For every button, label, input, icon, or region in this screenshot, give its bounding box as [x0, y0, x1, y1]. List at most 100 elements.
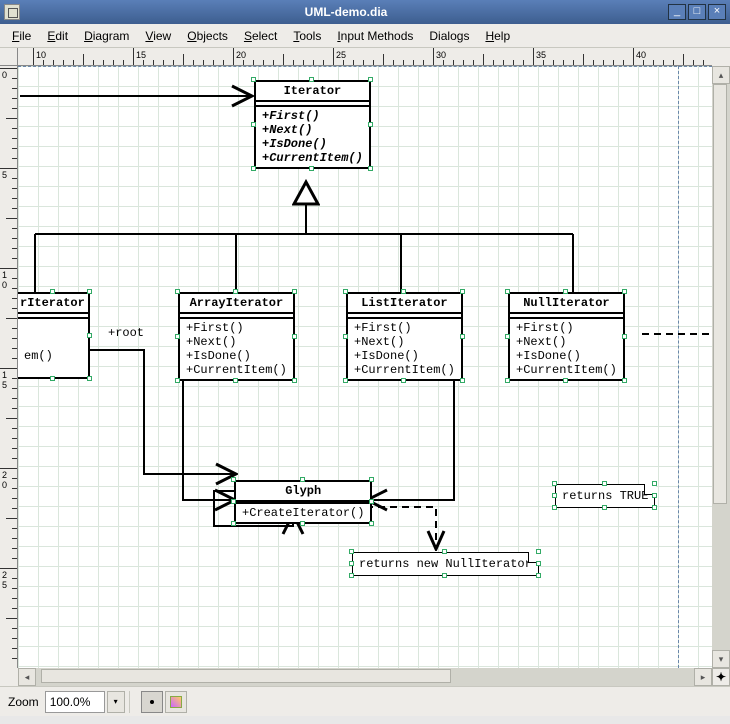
selection-handle[interactable]: [552, 505, 557, 510]
selection-handle[interactable]: [233, 289, 238, 294]
menu-diagram[interactable]: Diagram: [76, 27, 137, 45]
selection-handle[interactable]: [292, 289, 297, 294]
uml-class-glyph[interactable]: Glyph +CreateIterator(): [234, 480, 372, 524]
selection-handle[interactable]: [292, 334, 297, 339]
canvas-viewport[interactable]: Iterator +First() +Next() +IsDone() +Cur…: [18, 66, 712, 668]
selection-handle[interactable]: [369, 521, 374, 526]
selection-handle[interactable]: [87, 376, 92, 381]
scroll-thumb[interactable]: [713, 84, 727, 504]
selection-handle[interactable]: [369, 499, 374, 504]
uml-class-listiterator[interactable]: ListIterator +First() +Next() +IsDone() …: [346, 292, 463, 381]
selection-handle[interactable]: [343, 289, 348, 294]
navigate-button[interactable]: ✦: [712, 668, 730, 686]
horizontal-scrollbar[interactable]: ◂ ▸: [18, 668, 712, 686]
uml-class-iterator[interactable]: Iterator +First() +Next() +IsDone() +Cur…: [254, 80, 371, 169]
scroll-track[interactable]: [36, 668, 694, 686]
selection-handle[interactable]: [349, 561, 354, 566]
menu-select[interactable]: Select: [236, 27, 285, 45]
selection-handle[interactable]: [231, 521, 236, 526]
selection-handle[interactable]: [87, 333, 92, 338]
menu-objects[interactable]: Objects: [179, 27, 236, 45]
selection-handle[interactable]: [251, 166, 256, 171]
selection-handle[interactable]: [622, 334, 627, 339]
maximize-button[interactable]: □: [688, 4, 706, 20]
selection-handle[interactable]: [442, 549, 447, 554]
layers-button[interactable]: [165, 691, 187, 713]
selection-handle[interactable]: [368, 166, 373, 171]
selection-handle[interactable]: [460, 289, 465, 294]
selection-handle[interactable]: [343, 334, 348, 339]
scroll-left-button[interactable]: ◂: [18, 668, 36, 686]
scroll-right-button[interactable]: ▸: [694, 668, 712, 686]
uml-class-arrayiterator[interactable]: ArrayIterator +First() +Next() +IsDone()…: [178, 292, 295, 381]
selection-handle[interactable]: [251, 77, 256, 82]
selection-handle[interactable]: [536, 561, 541, 566]
selection-handle[interactable]: [536, 549, 541, 554]
selection-handle[interactable]: [401, 378, 406, 383]
selection-handle[interactable]: [652, 481, 657, 486]
selection-handle[interactable]: [292, 378, 297, 383]
association-label-root: +root: [108, 326, 144, 340]
canvas[interactable]: Iterator +First() +Next() +IsDone() +Cur…: [18, 66, 712, 668]
selection-handle[interactable]: [309, 166, 314, 171]
vertical-scrollbar[interactable]: ▴ ▾: [712, 66, 730, 668]
menu-file[interactable]: File: [4, 27, 39, 45]
selection-handle[interactable]: [563, 289, 568, 294]
selection-handle[interactable]: [175, 289, 180, 294]
selection-handle[interactable]: [505, 334, 510, 339]
selection-handle[interactable]: [505, 378, 510, 383]
selection-handle[interactable]: [552, 493, 557, 498]
snap-toggle-button[interactable]: [141, 691, 163, 713]
selection-handle[interactable]: [300, 477, 305, 482]
selection-handle[interactable]: [50, 289, 55, 294]
selection-handle[interactable]: [536, 573, 541, 578]
selection-handle[interactable]: [349, 573, 354, 578]
selection-handle[interactable]: [300, 521, 305, 526]
selection-handle[interactable]: [231, 499, 236, 504]
selection-handle[interactable]: [460, 378, 465, 383]
menu-tools[interactable]: Tools: [285, 27, 329, 45]
menu-input-methods[interactable]: Input Methods: [329, 27, 421, 45]
selection-handle[interactable]: [368, 122, 373, 127]
selection-handle[interactable]: [309, 77, 314, 82]
selection-handle[interactable]: [251, 122, 256, 127]
selection-handle[interactable]: [175, 334, 180, 339]
selection-handle[interactable]: [349, 549, 354, 554]
selection-handle[interactable]: [460, 334, 465, 339]
selection-handle[interactable]: [87, 289, 92, 294]
selection-handle[interactable]: [233, 378, 238, 383]
menu-edit[interactable]: Edit: [39, 27, 76, 45]
scroll-thumb[interactable]: [41, 669, 451, 683]
selection-handle[interactable]: [343, 378, 348, 383]
selection-handle[interactable]: [175, 378, 180, 383]
menu-view[interactable]: View: [137, 27, 179, 45]
selection-handle[interactable]: [552, 481, 557, 486]
close-button[interactable]: ×: [708, 4, 726, 20]
titlebar: UML-demo.dia _ □ ×: [0, 0, 730, 24]
selection-handle[interactable]: [505, 289, 510, 294]
selection-handle[interactable]: [369, 477, 374, 482]
minimize-button[interactable]: _: [668, 4, 686, 20]
selection-handle[interactable]: [652, 505, 657, 510]
menu-dialogs[interactable]: Dialogs: [421, 27, 477, 45]
scroll-up-button[interactable]: ▴: [712, 66, 730, 84]
selection-handle[interactable]: [652, 493, 657, 498]
selection-handle[interactable]: [602, 481, 607, 486]
scroll-down-button[interactable]: ▾: [712, 650, 730, 668]
selection-handle[interactable]: [622, 378, 627, 383]
zoom-dropdown-button[interactable]: ▾: [107, 691, 125, 713]
selection-handle[interactable]: [231, 477, 236, 482]
selection-handle[interactable]: [622, 289, 627, 294]
selection-handle[interactable]: [442, 573, 447, 578]
selection-handle[interactable]: [50, 376, 55, 381]
menu-help[interactable]: Help: [477, 27, 518, 45]
layers-icon: [170, 696, 182, 708]
uml-class-riterator[interactable]: rIterator em(): [18, 292, 90, 379]
selection-handle[interactable]: [602, 505, 607, 510]
scroll-track[interactable]: [712, 84, 730, 650]
uml-class-nulliterator[interactable]: NullIterator +First() +Next() +IsDone() …: [508, 292, 625, 381]
zoom-input[interactable]: [45, 691, 105, 713]
selection-handle[interactable]: [401, 289, 406, 294]
selection-handle[interactable]: [368, 77, 373, 82]
selection-handle[interactable]: [563, 378, 568, 383]
